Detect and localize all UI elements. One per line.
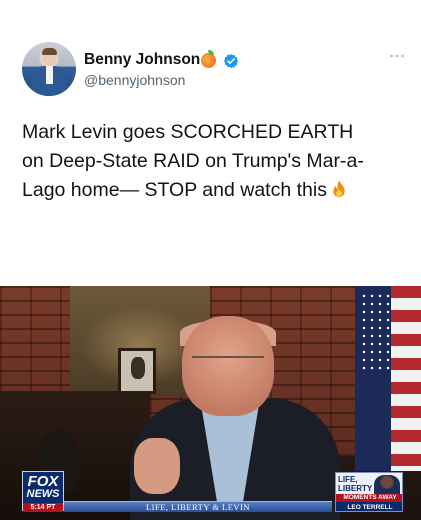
tweet-text: Mark Levin goes SCORCHED EARTH on Deep-S… <box>22 118 412 205</box>
tweet-text-line: on Deep-State RAID on Trump's Mar-a- <box>22 150 364 172</box>
video-player[interactable]: FOX NEWS 5:14 PT LIFE, LIBERTY & LEVIN L… <box>0 286 421 520</box>
tweet-header: Benny Johnson @bennyjohnson <box>0 0 421 110</box>
host-hand <box>134 438 180 494</box>
up-next-promo: LIFE, LIBERTY & LEVIN MOMENTS AWAY LEO T… <box>335 472 403 512</box>
verified-badge-icon <box>223 54 239 68</box>
author-display-name[interactable]: Benny Johnson <box>84 51 200 69</box>
avatar-shirt <box>46 66 53 84</box>
avatar-hair <box>42 48 57 55</box>
author-handle[interactable]: @bennyjohnson <box>84 72 185 88</box>
more-options-icon[interactable] <box>389 53 405 59</box>
peach-icon <box>201 50 216 68</box>
host-glasses <box>192 356 264 370</box>
author-avatar[interactable] <box>22 42 76 96</box>
tweet-text-line-last: Lago home— STOP and watch this <box>22 176 412 205</box>
host-figure <box>120 306 340 520</box>
lower-third-bar: LIFE, LIBERTY & LEVIN <box>64 501 332 512</box>
fox-logo-line2: NEWS <box>26 488 60 500</box>
fox-logo-line1: FOX <box>27 473 59 490</box>
promo-show-logo: LIFE, LIBERTY & LEVIN <box>338 475 373 502</box>
fox-news-logo: FOX NEWS 5:14 PT <box>22 471 64 512</box>
tweet-text-line: Mark Levin goes SCORCHED EARTH <box>22 121 354 143</box>
flag-stars <box>360 292 390 372</box>
promo-badge: MOMENTS AWAY <box>336 494 402 502</box>
lower-third-text: LIFE, LIBERTY & LEVIN <box>145 502 251 512</box>
fire-icon <box>333 180 345 198</box>
tweet-text-line-content: Lago home— STOP and watch this <box>22 179 327 201</box>
broadcast-time: 5:14 PT <box>23 503 63 512</box>
promo-guest-name: LEO TERRELL <box>336 502 402 511</box>
